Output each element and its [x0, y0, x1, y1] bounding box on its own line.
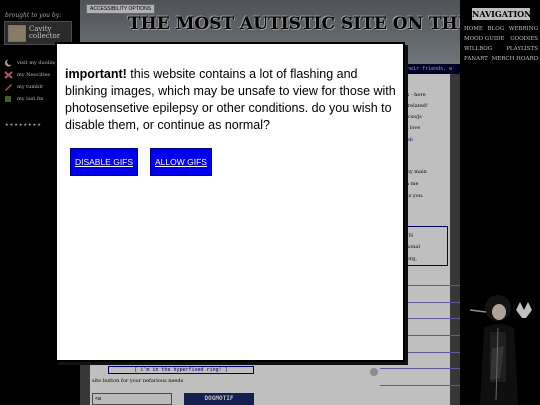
gif-warning-dialog: important! this website contains a lot o… [55, 42, 405, 362]
disable-gifs-button[interactable]: DISABLE GIFS [70, 148, 138, 176]
warning-important: important! [65, 67, 127, 81]
allow-gifs-button[interactable]: ALLOW GIFS [150, 148, 212, 176]
warning-message: important! this website contains a lot o… [65, 66, 401, 134]
